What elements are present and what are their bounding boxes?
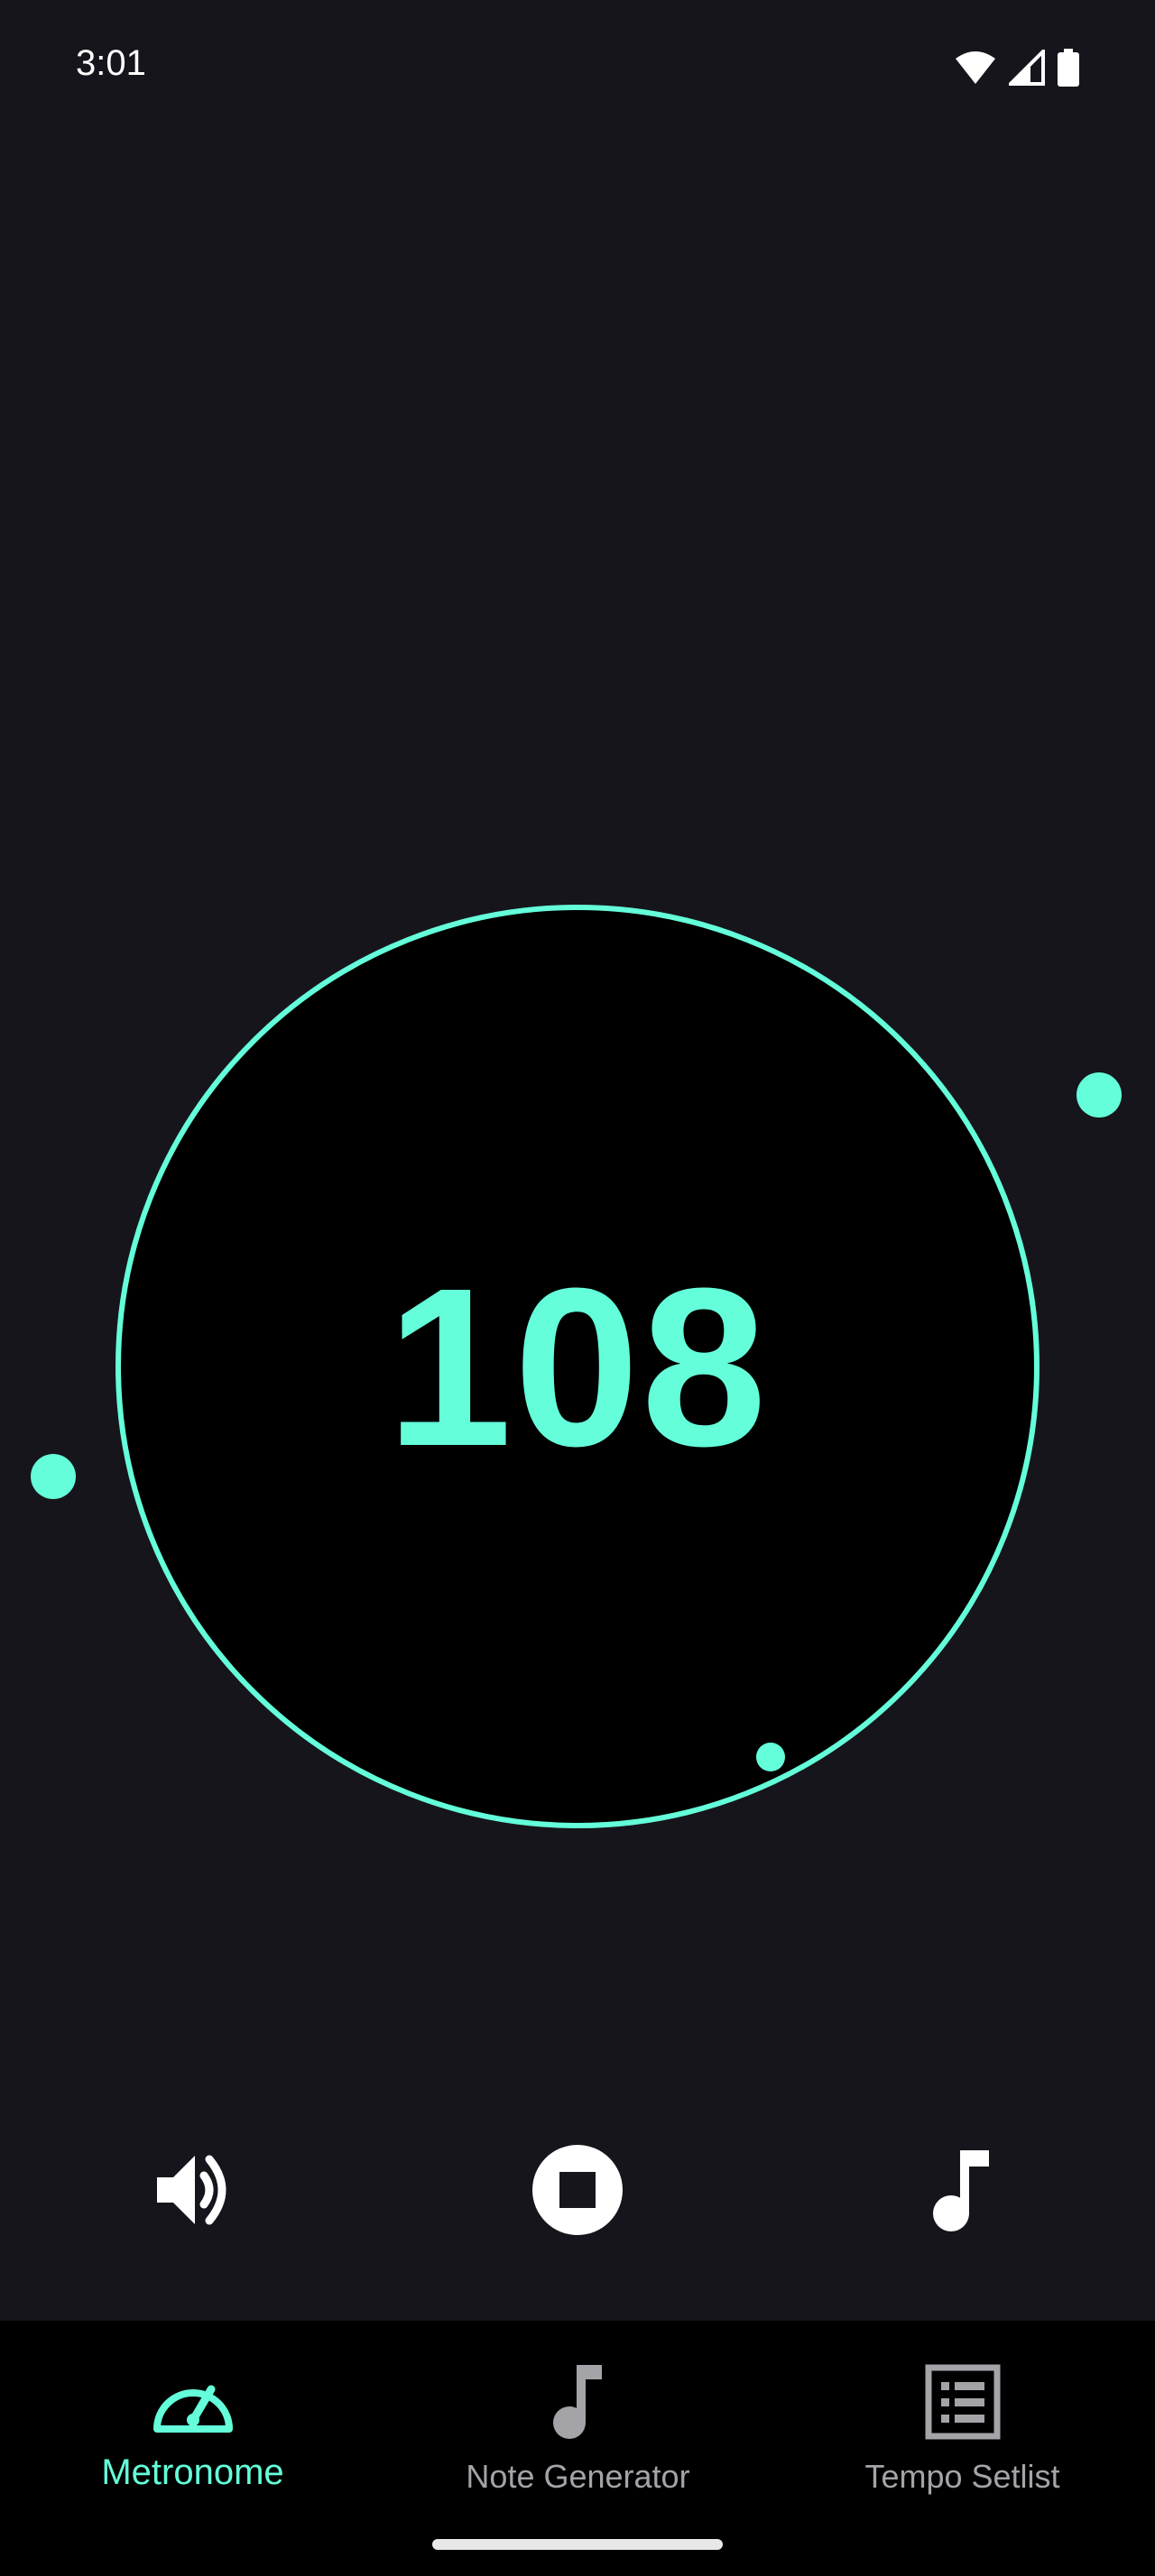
dial-handle[interactable] (756, 1743, 785, 1771)
music-note-icon (926, 2145, 998, 2240)
nav-label-tempo-setlist: Tempo Setlist (864, 2458, 1060, 2495)
playback-controls (0, 2138, 1155, 2246)
nav-label-metronome: Metronome (101, 2452, 284, 2492)
metronome-screen: 3:01 108 Metronome Note Generator Tempo … (0, 0, 1155, 2576)
status-bar: 3:01 (0, 0, 1155, 135)
beat-dot (1076, 1072, 1122, 1118)
speedometer-icon (150, 2359, 236, 2445)
status-time: 3:01 (76, 43, 146, 83)
bottom-navigation: Metronome Note Generator Tempo Setlist (0, 2321, 1155, 2576)
cell-signal-icon (1006, 47, 1045, 90)
list-icon (919, 2359, 1006, 2445)
battery-icon (1058, 49, 1079, 91)
volume-up-icon (148, 2145, 238, 2240)
nav-item-tempo-setlist[interactable]: Tempo Setlist (770, 2321, 1155, 2501)
nav-label-note-generator: Note Generator (466, 2458, 690, 2495)
stop-circle-icon (531, 2143, 624, 2241)
volume-button[interactable] (139, 2138, 247, 2246)
nav-item-metronome[interactable]: Metronome (0, 2321, 385, 2501)
music-note-icon (535, 2359, 622, 2445)
status-icons (955, 47, 1079, 91)
sound-button[interactable] (908, 2138, 1016, 2246)
stop-button[interactable] (523, 2138, 632, 2246)
tempo-dial[interactable]: 108 (116, 905, 1040, 1828)
bpm-value: 108 (386, 1240, 769, 1493)
beat-dot (31, 1454, 76, 1499)
nav-item-note-generator[interactable]: Note Generator (385, 2321, 771, 2501)
wifi-icon (955, 50, 996, 90)
home-indicator[interactable] (432, 2539, 723, 2550)
